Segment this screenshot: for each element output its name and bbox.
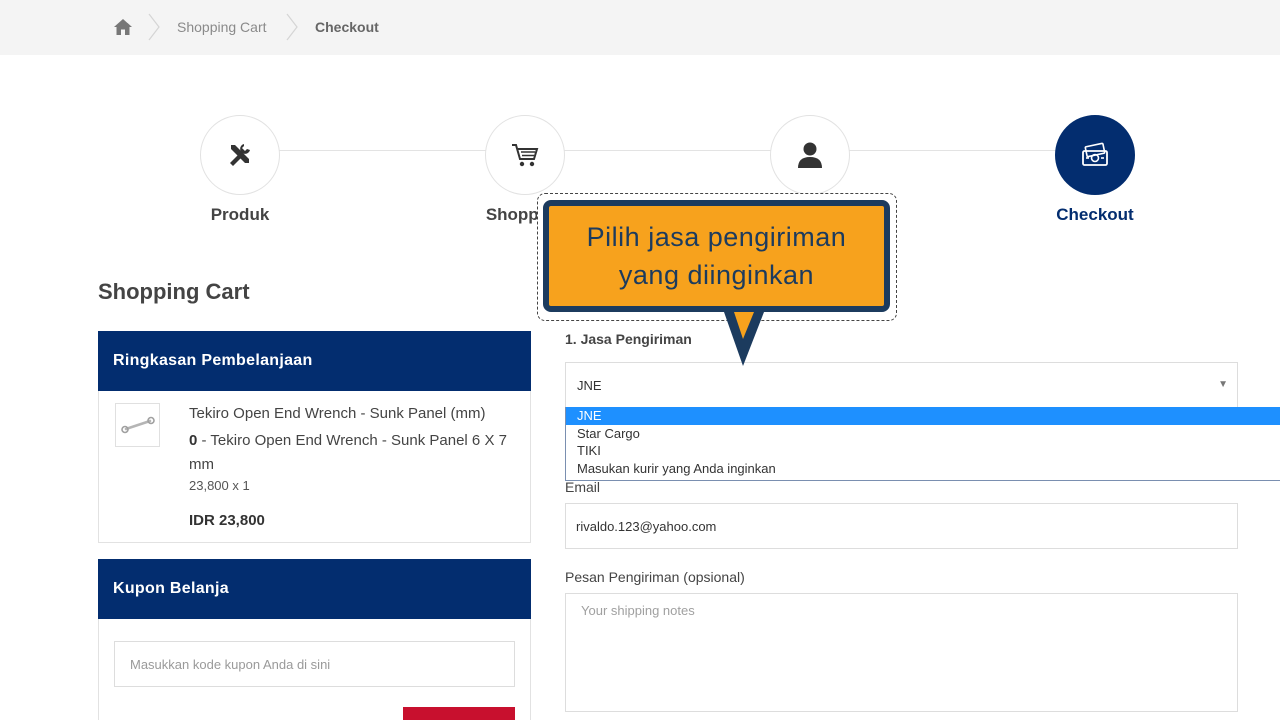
email-field[interactable]: rivaldo.123@yahoo.com <box>565 503 1238 549</box>
step-shopping[interactable] <box>485 115 565 195</box>
shipping-option-star-cargo[interactable]: Star Cargo <box>566 425 1280 443</box>
money-icon <box>1082 142 1108 166</box>
wrench-icon <box>120 416 155 434</box>
page-title: Shopping Cart <box>98 279 250 304</box>
coupon-input[interactable] <box>114 641 515 687</box>
summary-heading: Ringkasan Pembelanjaan <box>98 331 531 391</box>
tooltip-pointer <box>724 312 764 366</box>
step-checkout[interactable] <box>1055 115 1135 195</box>
home-icon[interactable] <box>113 17 133 37</box>
coupon-panel <box>98 619 531 720</box>
tooltip-callout: Pilih jasa pengiriman yang diinginkan <box>543 200 890 312</box>
cart-icon <box>512 144 539 167</box>
email-label: Email <box>565 479 601 495</box>
coupon-heading: Kupon Belanja <box>98 559 531 619</box>
apply-coupon-button[interactable] <box>403 707 515 720</box>
breadcrumb: Shopping Cart Checkout <box>0 0 1280 55</box>
shipping-option-custom[interactable]: Masukan kurir yang Anda inginkan <box>566 460 1280 478</box>
step-account[interactable] <box>770 115 850 195</box>
step-produk[interactable] <box>200 115 280 195</box>
chevron-right-icon <box>286 13 298 41</box>
shipping-option-jne[interactable]: JNE <box>566 407 1280 425</box>
breadcrumb-checkout: Checkout <box>315 19 379 35</box>
shipping-dropdown: JNE Star Cargo TIKI Masukan kurir yang A… <box>565 407 1280 481</box>
step-checkout-label: Checkout <box>1056 205 1134 224</box>
shipping-selected-value: JNE <box>577 378 602 393</box>
tooltip-line-2: yang diinginkan <box>618 260 815 290</box>
step-produk-label: Produk <box>210 205 270 224</box>
notes-label: Pesan Pengiriman (opsional) <box>565 569 745 585</box>
variant-name: - Tekiro Open End Wrench - Sunk Panel 6 … <box>189 432 507 473</box>
tools-icon <box>230 144 250 166</box>
product-total: IDR 23,800 <box>189 512 265 529</box>
summary-panel: Tekiro Open End Wrench - Sunk Panel (mm)… <box>98 391 531 543</box>
product-variant: 0 - Tekiro Open End Wrench - Sunk Panel … <box>189 429 519 477</box>
user-icon <box>798 142 822 168</box>
product-thumbnail[interactable] <box>115 403 160 447</box>
product-name: Tekiro Open End Wrench - Sunk Panel (mm) <box>189 405 486 422</box>
chevron-right-icon <box>148 13 160 41</box>
shipping-notes-field[interactable]: Your shipping notes <box>565 593 1238 712</box>
shipping-option-tiki[interactable]: TIKI <box>566 442 1280 460</box>
tooltip-line-1: Pilih jasa pengiriman <box>586 222 847 252</box>
product-qty: 23,800 x 1 <box>189 478 250 493</box>
shipping-select[interactable]: JNE ▼ <box>565 362 1238 408</box>
progress-line <box>240 150 1095 151</box>
caret-down-icon: ▼ <box>1218 379 1228 390</box>
breadcrumb-shopping-cart[interactable]: Shopping Cart <box>177 19 267 35</box>
shipping-label: 1. Jasa Pengiriman <box>565 331 692 347</box>
